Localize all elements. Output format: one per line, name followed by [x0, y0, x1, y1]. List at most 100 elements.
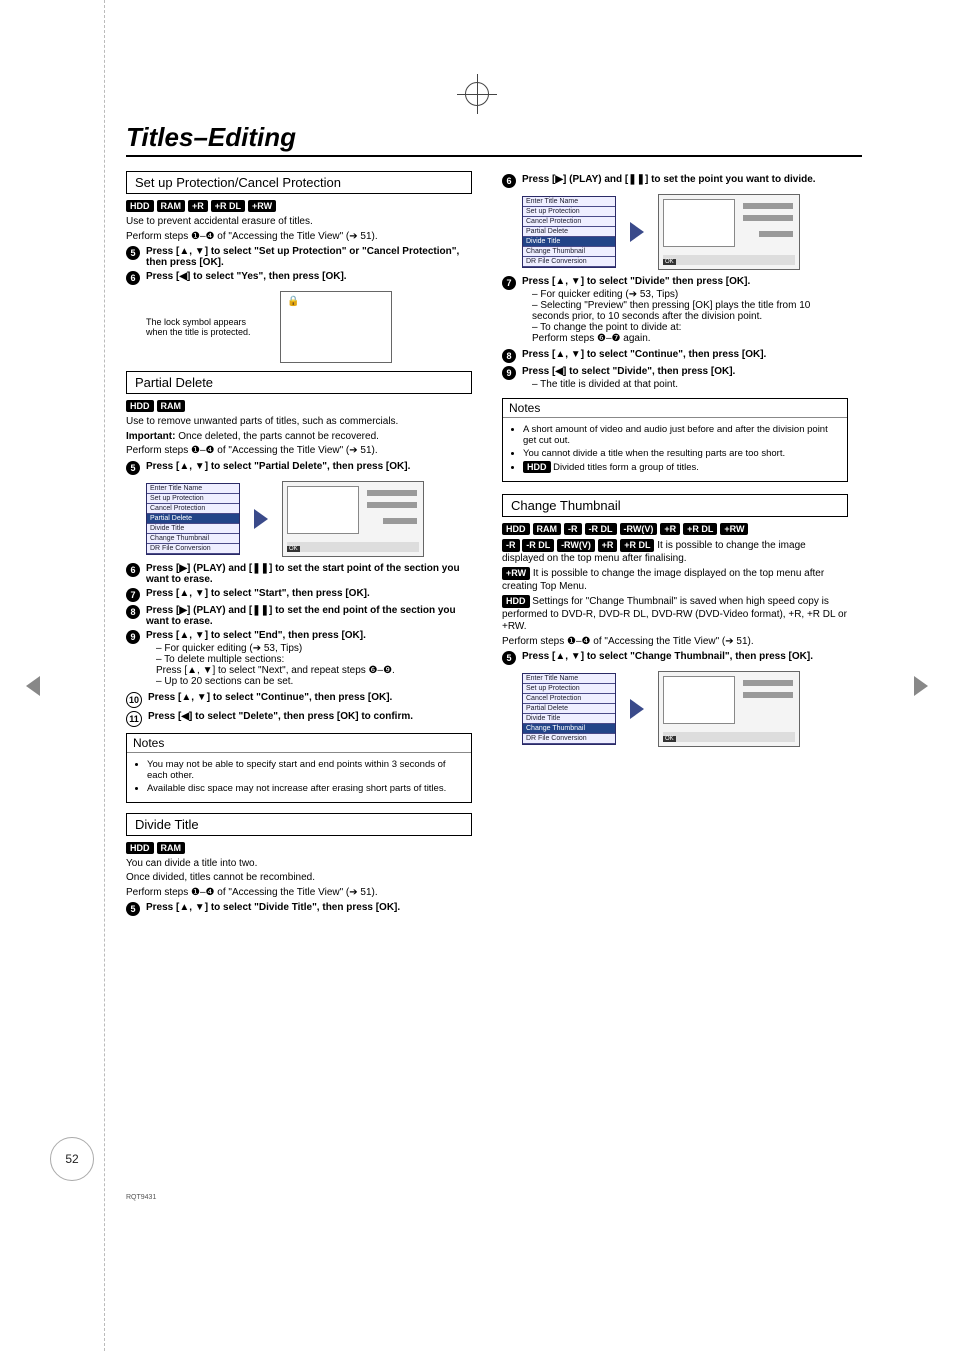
badge: RAM [533, 523, 562, 535]
notes-heading: Notes [127, 734, 471, 753]
step-text: Press [▲, ▼] to select "Continue", then … [522, 349, 848, 360]
menu-item: Cancel Protection [523, 217, 615, 227]
text: Settings for "Change Thumbnail" is saved… [502, 596, 847, 632]
step-text: Press [▲, ▼] to select "Divide" then pre… [522, 276, 848, 346]
timeline [663, 255, 795, 265]
step-number-icon: 5 [502, 651, 516, 665]
badge: +R [598, 539, 618, 552]
menu-item: Divide Title [523, 714, 615, 724]
page-title: Titles–Editing [126, 122, 862, 153]
text: To delete multiple sections: [164, 654, 284, 665]
step-9: 9 Press [◀] to select "Divide", then pre… [502, 366, 848, 392]
step-number-icon: 6 [126, 563, 140, 577]
ok-indicator: OK [287, 546, 300, 552]
badge: HDD [502, 595, 530, 608]
text: You can divide a title into two. [126, 858, 472, 871]
menu-list: Enter Title Name Set up Protection Cance… [522, 196, 616, 268]
step-5: 5 Press [▲, ▼] to select "Set up Protect… [126, 246, 472, 268]
step-5: 5 Press [▲, ▼] to select "Partial Delete… [126, 461, 472, 475]
badge: +R DL [620, 539, 654, 552]
sub-list: The title is divided at that point. [522, 379, 848, 390]
badge: +R [188, 200, 208, 212]
notes-box: Notes You may not be able to specify sta… [126, 733, 472, 803]
menu-item: Set up Protection [523, 207, 615, 217]
badge: +RW [720, 523, 748, 535]
menu-item: DR File Conversion [147, 544, 239, 554]
menu-item: Cancel Protection [147, 504, 239, 514]
badge: -R [564, 523, 582, 535]
step-text: Press [▶] (PLAY) and [❚❚] to set the poi… [522, 174, 848, 185]
step-10: 10 Press [▲, ▼] to select "Continue", th… [126, 692, 472, 708]
menu-item-selected: Partial Delete [147, 514, 239, 524]
step-number-icon: 9 [126, 630, 140, 644]
step-text: Press [▲, ▼] to select "Start", then pre… [146, 588, 472, 599]
heading-protection: Set up Protection/Cancel Protection [126, 171, 472, 194]
page-number: 52 [50, 1137, 94, 1181]
menu-item: Enter Title Name [523, 674, 615, 684]
text: Perform steps ❶–❹ of "Accessing the Titl… [502, 636, 848, 649]
menu-item: Partial Delete [523, 704, 615, 714]
note-item: A short amount of video and audio just b… [523, 424, 839, 446]
text: To change the point to divide at: [540, 322, 681, 333]
badge: RAM [157, 400, 186, 412]
text-bold: Press [▲, ▼] to select "Divide" then pre… [522, 276, 750, 287]
step-9: 9 Press [▲, ▼] to select "End", then pre… [126, 630, 472, 689]
menu-item: Enter Title Name [523, 197, 615, 207]
badges-divide: HDD RAM [126, 842, 472, 854]
preview-panel: OK [658, 194, 800, 270]
step-text: Press [▲, ▼] to select "Partial Delete",… [146, 461, 472, 472]
badge: +R [660, 523, 680, 535]
text: Perform steps ❶–❹ of "Accessing the Titl… [126, 231, 472, 244]
sub-list: For quicker editing (➔ 53, Tips) To dele… [146, 643, 472, 687]
step-6: 6 Press [▶] (PLAY) and [❚❚] to set the s… [126, 563, 472, 585]
video-frame [663, 199, 735, 247]
step-number-icon: 8 [502, 349, 516, 363]
menu-item: Divide Title [147, 524, 239, 534]
list-item: To change the point to divide at: Perfor… [532, 322, 848, 344]
step-number-icon: 6 [502, 174, 516, 188]
notes-body: You may not be able to specify start and… [127, 753, 471, 802]
menu-illustration: Enter Title Name Set up Protection Cance… [146, 481, 472, 557]
list-item: For quicker editing (➔ 53, Tips) [532, 289, 848, 300]
text: Use to prevent accidental erasure of tit… [126, 216, 472, 229]
step-number-icon: 11 [126, 711, 142, 727]
step-5: 5 Press [▲, ▼] to select "Change Thumbna… [502, 651, 848, 665]
ok-indicator: OK [663, 259, 676, 265]
badge: HDD [126, 400, 154, 412]
step-11: 11 Press [◀] to select "Delete", then pr… [126, 711, 472, 727]
info-bar [743, 203, 793, 209]
note-item: HDD Divided titles form a group of title… [523, 461, 839, 473]
list-item: Selecting "Preview" then pressing [OK] p… [532, 300, 848, 322]
badge: HDD [126, 842, 154, 854]
badge: -R DL [522, 539, 554, 552]
menu-item: Set up Protection [523, 684, 615, 694]
step-8: 8 Press [▶] (PLAY) and [❚❚] to set the e… [126, 605, 472, 627]
step-number-icon: 5 [126, 246, 140, 260]
right-column: 6 Press [▶] (PLAY) and [❚❚] to set the p… [502, 171, 848, 919]
footer-code: RQT9431 [126, 1194, 156, 1201]
text: Use to remove unwanted parts of titles, … [126, 416, 472, 429]
badges-protection: HDD RAM +R +R DL +RW [126, 200, 472, 212]
page-arrow-right-icon [914, 676, 928, 696]
step-number-icon: 6 [126, 271, 140, 285]
notes-box: Notes A short amount of video and audio … [502, 398, 848, 482]
step-text: Press [▲, ▼] to select "Change Thumbnail… [522, 651, 848, 662]
step-text: Press [◀] to select "Delete", then press… [148, 711, 472, 722]
step-text: Press [▲, ▼] to select "End", then press… [146, 630, 472, 689]
ok-indicator: OK [663, 736, 676, 742]
badge: HDD [502, 523, 530, 535]
menu-item: Change Thumbnail [523, 247, 615, 257]
note-item: You cannot divide a title when the resul… [523, 448, 839, 459]
preview-panel: OK [658, 671, 800, 747]
timeline [663, 732, 795, 742]
step-number-icon: 10 [126, 692, 142, 708]
text: HDD Settings for "Change Thumbnail" is s… [502, 595, 848, 634]
lock-illustration: The lock symbol appears when the title i… [146, 291, 472, 363]
list-item: Up to 20 sections can be set. [156, 676, 472, 687]
text-bold: Press [▲, ▼] to select "End", then press… [146, 630, 366, 641]
step-7: 7 Press [▲, ▼] to select "Start", then p… [126, 588, 472, 602]
menu-item: DR File Conversion [523, 257, 615, 267]
badge: HDD [126, 200, 154, 212]
info-bar [759, 231, 793, 237]
menu-list: Enter Title Name Set up Protection Cance… [146, 483, 240, 555]
